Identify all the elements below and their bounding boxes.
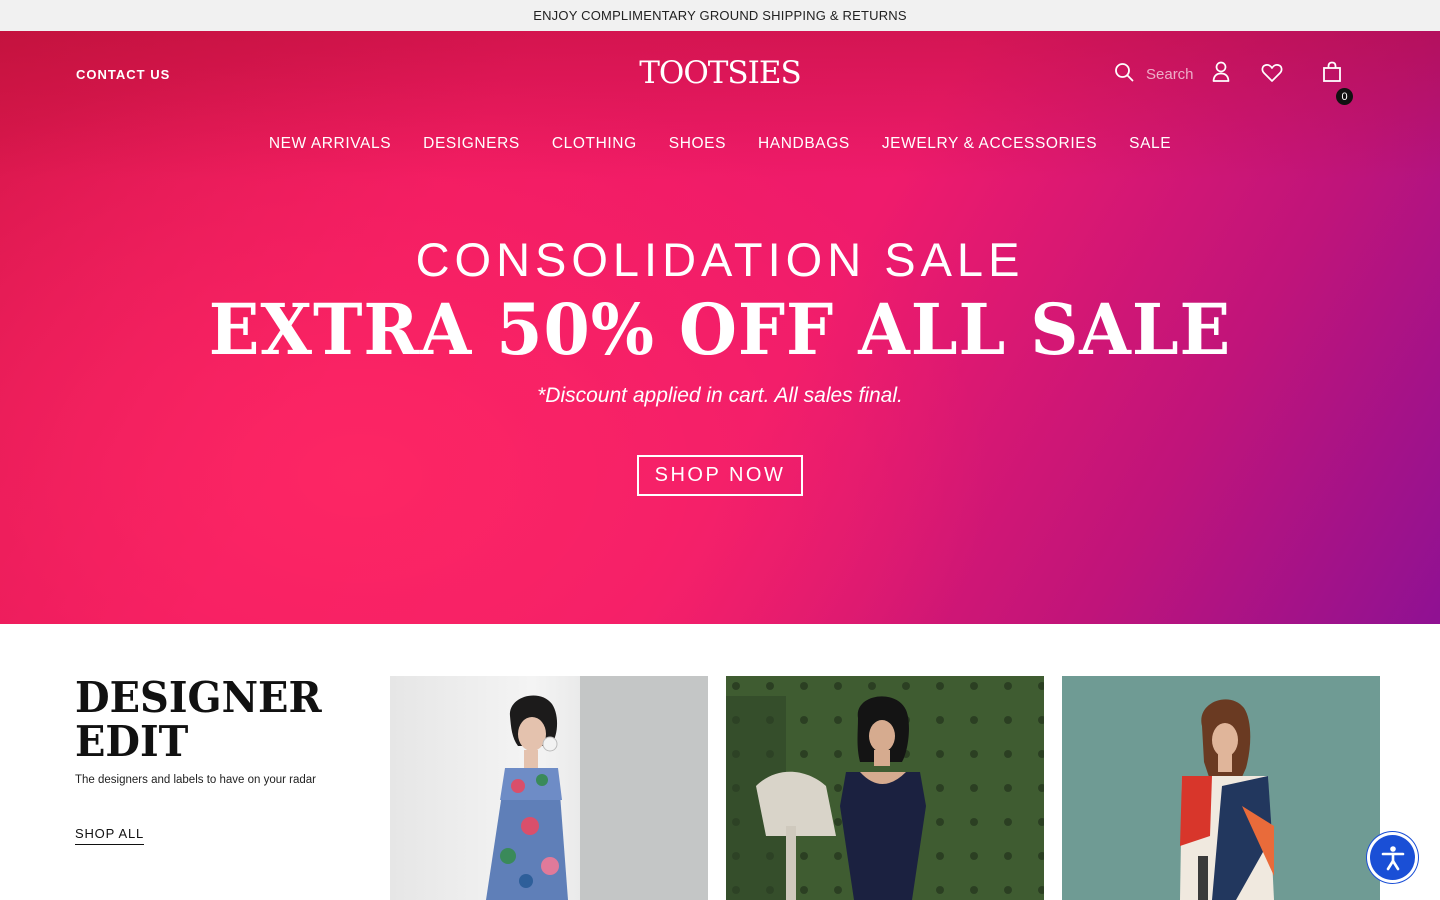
nav-item-shoes[interactable]: SHOES (669, 135, 726, 155)
cart-count-badge: 0 (1336, 88, 1353, 105)
nav-item-handbags[interactable]: HANDBAGS (758, 135, 850, 155)
shop-now-button[interactable]: SHOP NOW (637, 455, 803, 496)
search-input[interactable]: Search (1146, 66, 1194, 83)
section-subtitle: The designers and labels to have on your… (75, 774, 317, 786)
promo-text: ENJOY COMPLIMENTARY GROUND SHIPPING & RE… (533, 8, 907, 23)
site-logo[interactable]: TOOTSIES (639, 53, 802, 93)
designer-tile-image[interactable] (726, 676, 1044, 900)
section-title: DESIGNER EDIT (75, 673, 322, 766)
model-color-block-dress-image (1062, 676, 1380, 900)
hero-subtitle: *Discount applied in cart. All sales fin… (537, 384, 903, 407)
designer-tile-image[interactable] (1062, 676, 1380, 900)
nav-item-clothing[interactable]: CLOTHING (552, 135, 637, 155)
nav-item-designers[interactable]: DESIGNERS (423, 135, 520, 155)
shopping-bag-icon[interactable] (1320, 60, 1344, 84)
nav-item-sale[interactable]: SALE (1129, 135, 1171, 155)
shop-all-link[interactable]: SHOP ALL (75, 826, 145, 845)
search-icon[interactable] (1114, 62, 1134, 87)
model-floral-dress-image (486, 676, 708, 900)
hero-title: EXTRA 50% OFF ALL SALE (208, 288, 1232, 371)
nav-item-jewelry-accessories[interactable]: JEWELRY & ACCESSORIES (882, 135, 1097, 155)
designer-tile-image[interactable] (390, 676, 708, 900)
contact-us-link[interactable]: CONTACT US (76, 67, 170, 82)
hero-eyebrow: CONSOLIDATION SALE (415, 233, 1025, 286)
accessibility-icon[interactable] (1370, 835, 1415, 880)
heart-icon[interactable] (1260, 61, 1284, 85)
designer-edit-section: DESIGNER EDIT The designers and labels t… (0, 624, 1440, 900)
nav-item-new-arrivals[interactable]: NEW ARRIVALS (269, 135, 391, 155)
account-icon[interactable] (1209, 60, 1233, 84)
model-navy-knit-dress-image (726, 676, 1044, 900)
hero-banner[interactable]: CONTACT US TOOTSIES Search 0 NEW ARRIVAL… (0, 31, 1440, 624)
main-navigation: NEW ARRIVALS DESIGNERS CLOTHING SHOES HA… (0, 135, 1440, 155)
promo-bar: ENJOY COMPLIMENTARY GROUND SHIPPING & RE… (0, 0, 1440, 31)
search-bar[interactable]: Search (1114, 61, 1194, 87)
